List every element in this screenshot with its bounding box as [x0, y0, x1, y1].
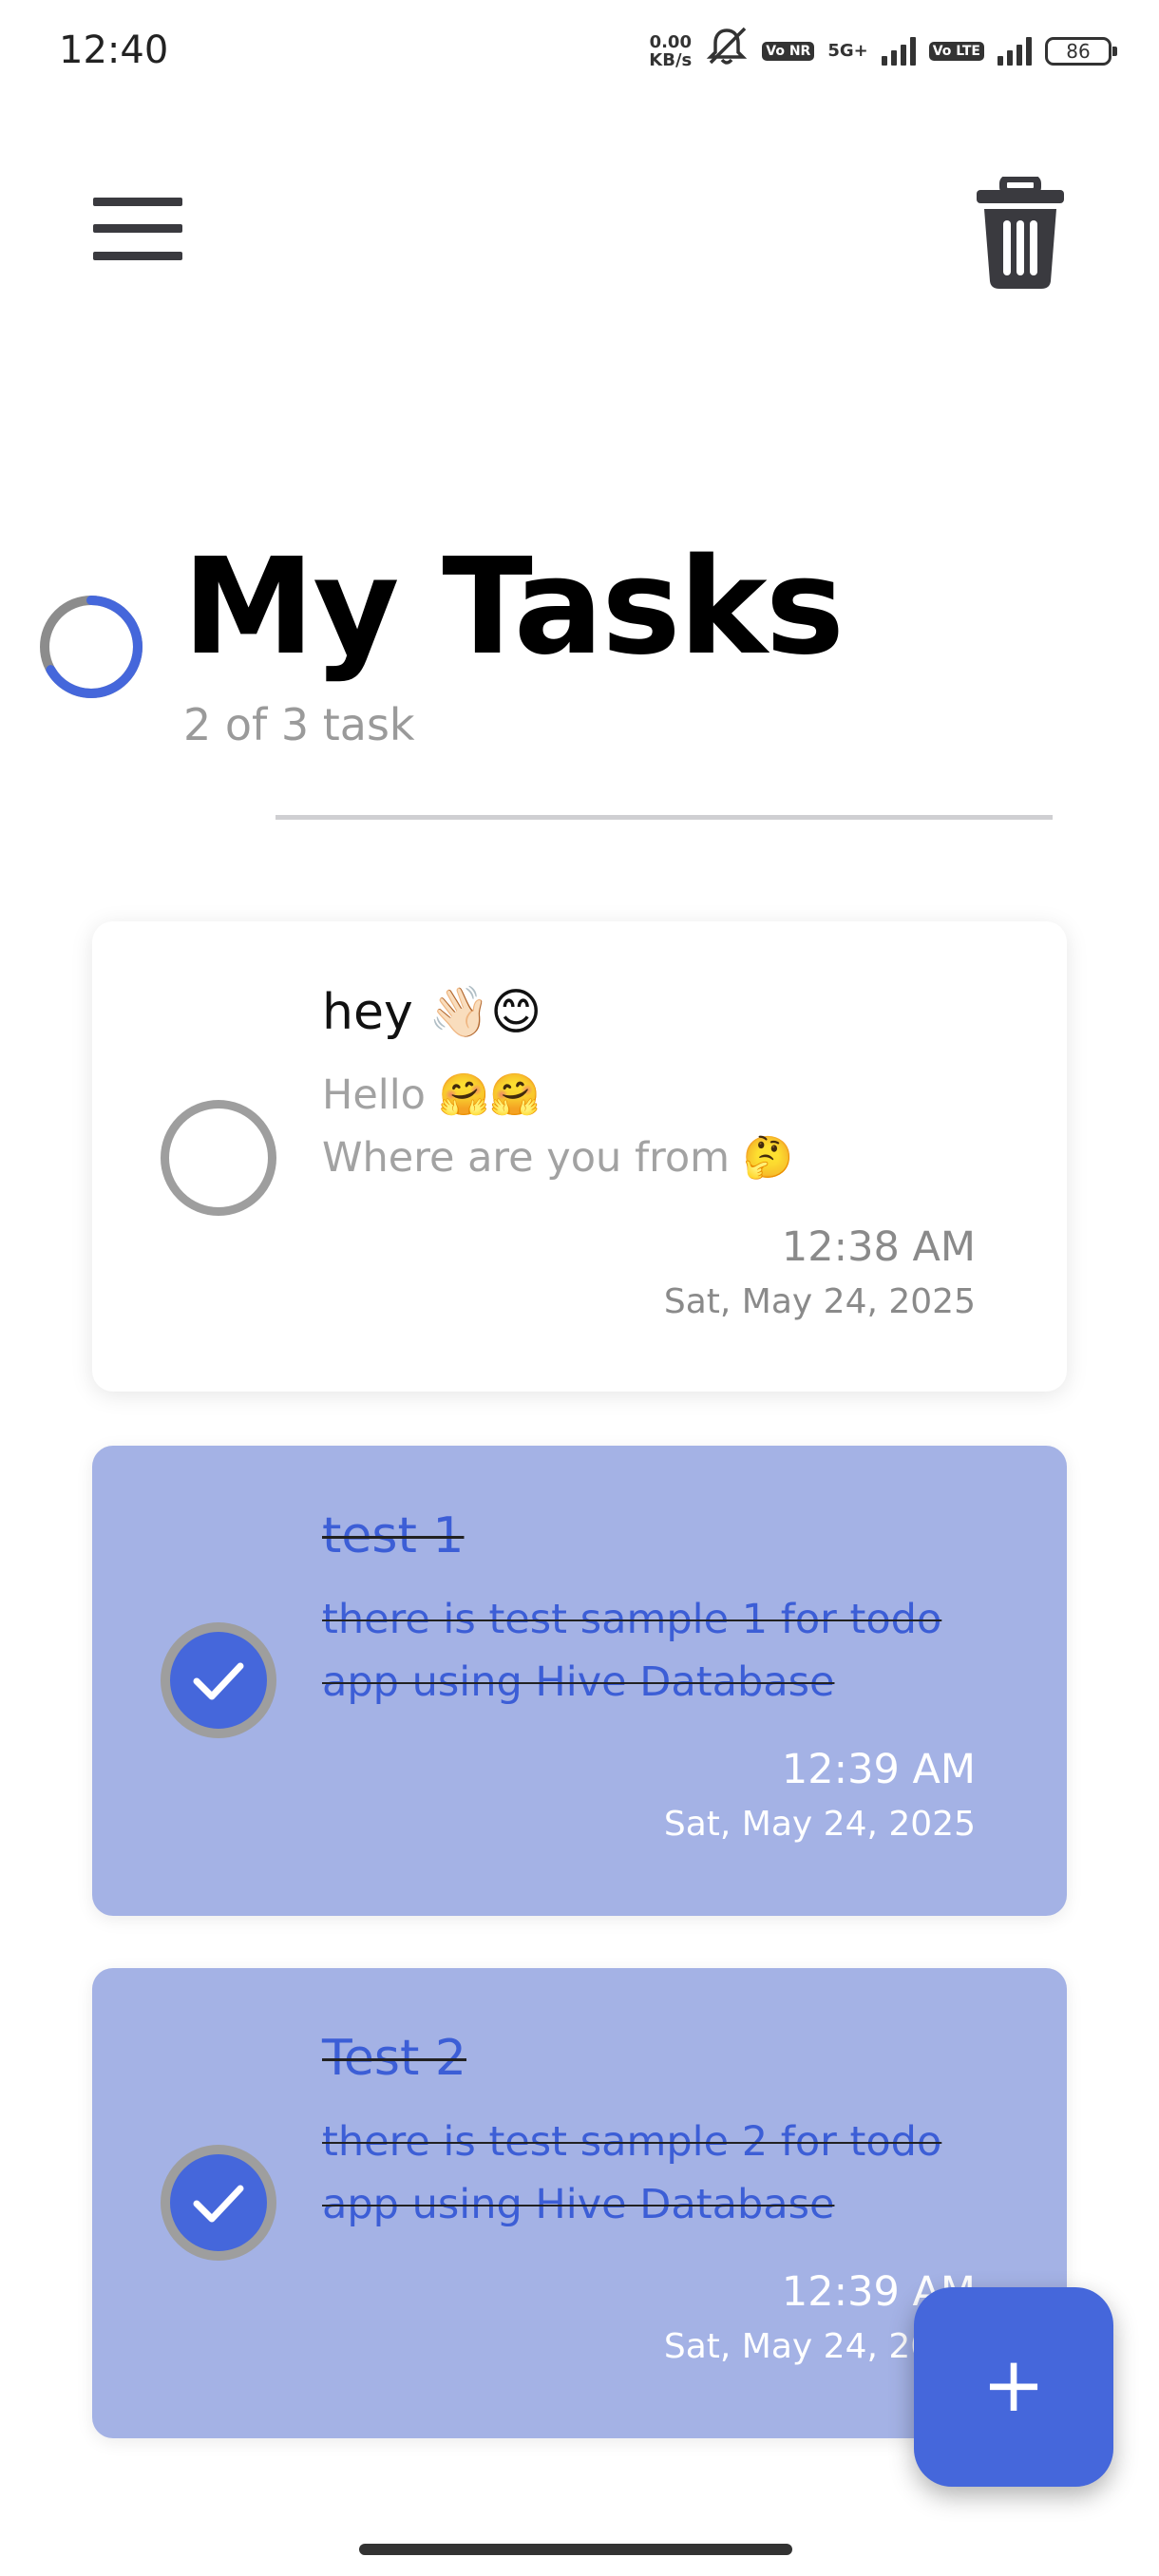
task-time: 12:38 AM: [781, 1223, 976, 1271]
title-divider: [276, 815, 1053, 820]
page-title: My Tasks: [182, 530, 845, 685]
network-speed-value: 0.00: [649, 31, 692, 52]
home-indicator[interactable]: [359, 2544, 792, 2555]
signal-strength-icon: [881, 36, 916, 66]
progress-ring: [40, 596, 142, 698]
task-checkbox[interactable]: [161, 1100, 276, 1216]
network-speed: 0.00 KB/s: [649, 33, 692, 69]
hamburger-menu-icon[interactable]: [93, 198, 182, 260]
task-description: Hello 🤗🤗 Where are you from 🤔: [322, 1071, 794, 1182]
battery-icon: 86: [1045, 36, 1117, 66]
task-date: Sat, May 24, 2025: [663, 1282, 976, 1321]
signal-strength-icon-2: [998, 36, 1032, 66]
volte-lte-badge: Vo LTE: [928, 41, 984, 61]
plus-icon: +: [981, 2340, 1046, 2429]
bell-off-icon: [705, 27, 749, 75]
task-checkbox[interactable]: [161, 2145, 276, 2261]
status-bar: 12:40 0.00 KB/s Vo NR 5G+ Vo LTE 86: [0, 0, 1159, 104]
task-title: Test 2: [322, 2030, 467, 2087]
task-card[interactable]: test 1 there is test sample 1 for todo a…: [92, 1446, 1067, 1916]
checkmark-icon: [193, 1662, 244, 1700]
task-card[interactable]: hey 👋🏻😊 Hello 🤗🤗 Where are you from 🤔 12…: [92, 921, 1067, 1392]
add-task-button[interactable]: +: [914, 2287, 1113, 2487]
task-description: there is test sample 2 for todo app usin…: [322, 2118, 942, 2228]
task-title: hey 👋🏻😊: [322, 984, 542, 1041]
status-time: 12:40: [59, 28, 169, 72]
task-count: 2 of 3 task: [183, 699, 415, 750]
network-type: 5G+: [827, 41, 868, 61]
trash-icon[interactable]: [973, 175, 1068, 291]
task-title: test 1: [322, 1507, 465, 1564]
task-time: 12:39 AM: [781, 1746, 976, 1793]
task-checkbox[interactable]: [161, 1622, 276, 1738]
checkmark-icon: [193, 2185, 244, 2223]
task-date: Sat, May 24, 2025: [663, 1805, 976, 1844]
network-speed-unit: KB/s: [649, 49, 693, 70]
status-icons: 0.00 KB/s Vo NR 5G+ Vo LTE 86: [649, 27, 1117, 75]
task-description: there is test sample 1 for todo app usin…: [322, 1596, 942, 1706]
volte-nr-badge: Vo NR: [762, 41, 815, 61]
